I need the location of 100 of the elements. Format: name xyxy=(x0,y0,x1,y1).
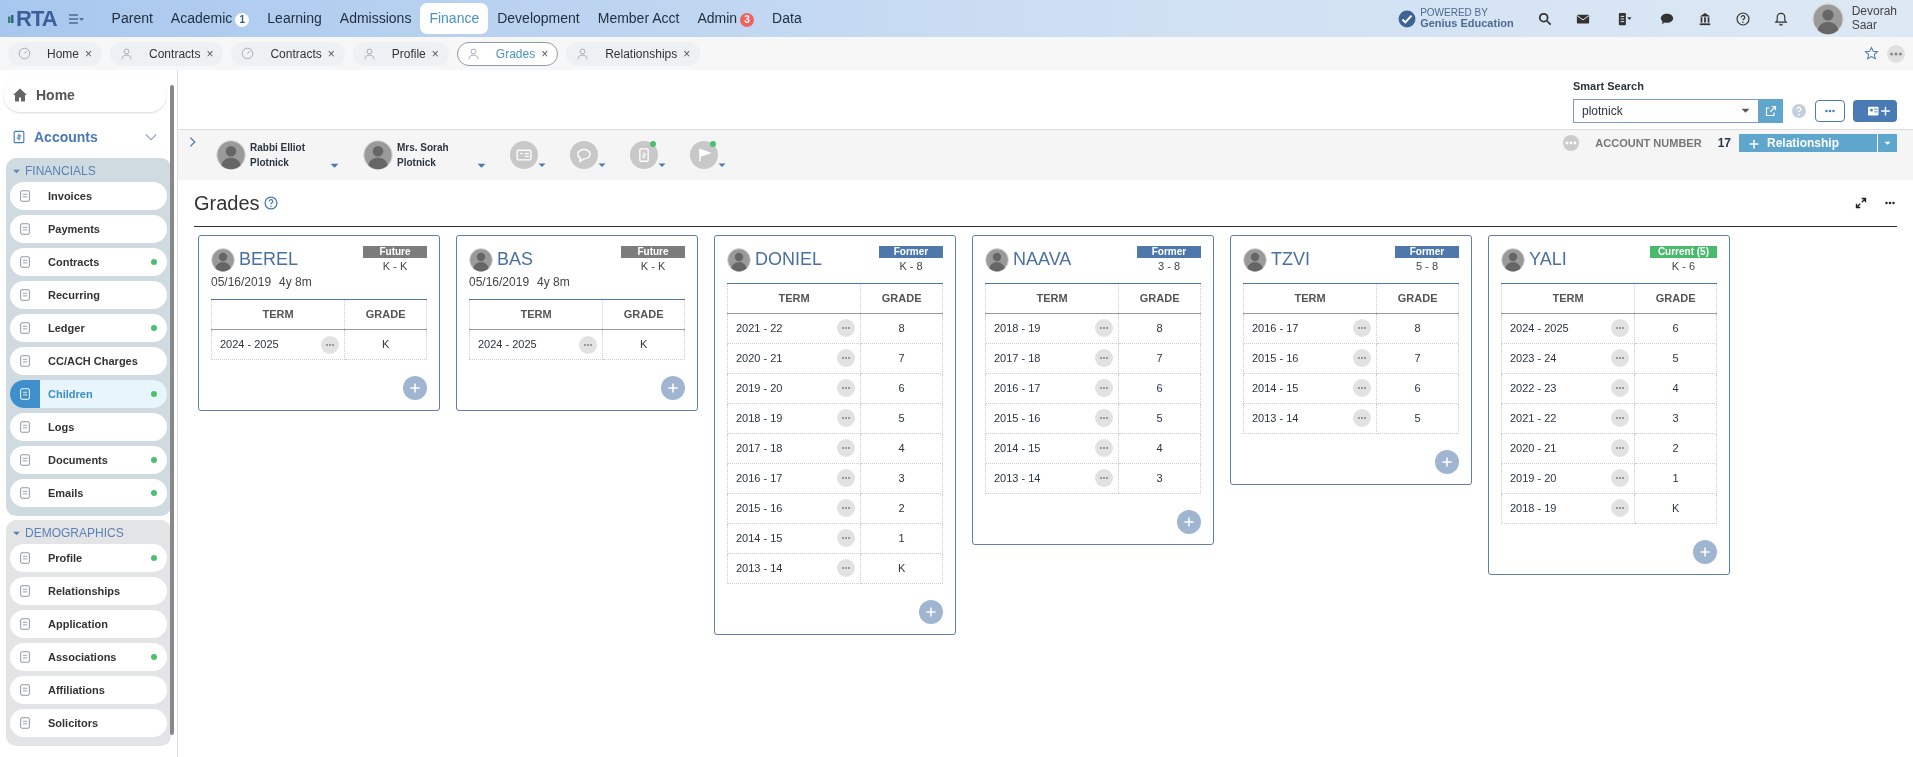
nav-tab[interactable]: Finance xyxy=(420,3,489,34)
add-button[interactable] xyxy=(919,599,943,624)
more-button[interactable] xyxy=(1353,409,1372,427)
more-options-button[interactable] xyxy=(1815,99,1845,122)
sidebar-item[interactable]: Affiliations xyxy=(10,676,167,704)
caret-down-icon[interactable] xyxy=(538,161,546,169)
sidebar-item[interactable]: Recurring xyxy=(10,281,167,309)
more-icon[interactable] xyxy=(1887,44,1905,63)
contact-name[interactable]: Mrs. Sorah Plotnick xyxy=(397,140,465,170)
more-button[interactable] xyxy=(1611,499,1630,517)
student-name[interactable]: TZVI xyxy=(1271,246,1310,273)
nav-tab[interactable]: Academic 1 xyxy=(161,3,259,34)
sidebar-item[interactable]: Emails xyxy=(10,479,167,507)
sidebar-item[interactable]: Associations xyxy=(10,643,167,671)
more-button[interactable] xyxy=(837,469,856,487)
close-icon[interactable]: × xyxy=(683,44,691,63)
more-button[interactable] xyxy=(1095,319,1114,337)
nav-tab[interactable]: Learning xyxy=(258,3,331,34)
more-button[interactable] xyxy=(837,319,856,337)
sidebar-item[interactable]: Solicitors xyxy=(10,709,167,737)
more-button[interactable] xyxy=(1095,439,1114,457)
dropdown-toggle-button[interactable] xyxy=(1877,134,1897,152)
search-field[interactable]: plotnick xyxy=(1573,98,1759,123)
more-button[interactable] xyxy=(837,409,856,427)
nav-tab[interactable]: Member Acct xyxy=(588,3,689,34)
caret-down-icon[interactable] xyxy=(718,161,726,169)
search-icon[interactable] xyxy=(1537,11,1552,26)
caret-down-icon[interactable] xyxy=(658,161,666,169)
add-button[interactable] xyxy=(1693,539,1717,564)
page-tab[interactable]: Contracts × xyxy=(110,41,224,66)
sidebar-item[interactable]: Application xyxy=(10,610,167,638)
add-contact-button[interactable] xyxy=(1853,99,1897,122)
caret-down-icon[interactable] xyxy=(477,161,486,170)
student-name[interactable]: YALI xyxy=(1529,246,1567,273)
expand-icon[interactable] xyxy=(1855,197,1867,209)
more-button[interactable] xyxy=(1611,349,1630,367)
flag-action-button[interactable] xyxy=(690,141,718,169)
more-button[interactable] xyxy=(1353,349,1372,367)
close-icon[interactable]: × xyxy=(327,44,335,63)
chat-icon[interactable] xyxy=(1659,11,1674,26)
add-button[interactable] xyxy=(1435,449,1459,474)
sidebar-item[interactable]: Relationships xyxy=(10,577,167,605)
more-button[interactable] xyxy=(1611,439,1630,457)
more-button[interactable] xyxy=(1611,379,1630,397)
student-name[interactable]: DONIEL xyxy=(755,246,823,273)
more-button[interactable] xyxy=(837,349,856,367)
close-icon[interactable]: × xyxy=(431,44,439,63)
sidebar-item[interactable]: Contracts xyxy=(10,248,167,276)
more-button[interactable] xyxy=(837,439,856,457)
chat-action-button[interactable] xyxy=(570,141,598,169)
page-tab[interactable]: Grades × xyxy=(456,41,559,66)
more-button[interactable] xyxy=(1611,409,1630,427)
sidebar-item[interactable]: Documents xyxy=(10,446,167,474)
add-button[interactable] xyxy=(403,376,427,400)
page-tab[interactable]: Home × xyxy=(8,41,103,66)
more-button[interactable] xyxy=(1611,469,1630,487)
more-button[interactable] xyxy=(837,499,856,517)
nav-tab[interactable]: Admin 3 xyxy=(688,3,764,34)
user-avatar-icon[interactable] xyxy=(1811,2,1844,35)
star-icon[interactable] xyxy=(1864,46,1879,61)
document-action-button[interactable] xyxy=(630,141,658,169)
open-link-button[interactable] xyxy=(1759,98,1783,123)
more-button[interactable] xyxy=(837,529,856,547)
help-icon[interactable] xyxy=(263,196,278,210)
page-tab[interactable]: Contracts × xyxy=(231,41,345,66)
more-button[interactable] xyxy=(1353,319,1372,337)
nav-tab[interactable]: Data xyxy=(763,3,811,34)
more-button[interactable] xyxy=(1095,379,1114,397)
help-icon[interactable] xyxy=(1735,11,1750,26)
more-button[interactable] xyxy=(579,335,598,354)
more-button[interactable] xyxy=(1095,349,1114,367)
nav-tab[interactable]: Development xyxy=(488,3,589,34)
nav-tab[interactable]: Admissions xyxy=(330,3,421,34)
add-button[interactable] xyxy=(661,376,685,400)
sidebar-item[interactable]: Invoices xyxy=(10,182,167,210)
close-icon[interactable]: × xyxy=(206,44,214,63)
student-name[interactable]: BEREL xyxy=(239,246,299,273)
more-button[interactable] xyxy=(321,335,340,354)
sidebar-item[interactable]: Ledger xyxy=(10,314,167,342)
sidebar-item[interactable]: Logs xyxy=(10,413,167,441)
building-icon[interactable] xyxy=(1697,11,1712,26)
add-button[interactable] xyxy=(1177,509,1201,534)
more-button[interactable] xyxy=(1095,409,1114,427)
bell-icon[interactable] xyxy=(1773,11,1788,26)
caret-down-icon[interactable] xyxy=(330,161,339,170)
sidebar-item[interactable]: Profile xyxy=(10,544,167,572)
contact-name[interactable]: Rabbi Elliot Plotnick xyxy=(250,140,318,170)
page-tab[interactable]: Profile × xyxy=(352,41,449,66)
more-button[interactable] xyxy=(1611,319,1630,337)
sidebar-item[interactable]: CC/ACH Charges xyxy=(10,347,167,375)
nav-tab[interactable]: Parent xyxy=(102,3,162,34)
more-button[interactable] xyxy=(837,559,856,577)
card-action-button[interactable] xyxy=(510,141,538,169)
student-name[interactable]: BAS xyxy=(497,246,534,273)
more-icon[interactable] xyxy=(1563,135,1580,151)
caret-down-icon[interactable] xyxy=(598,161,606,169)
more-button[interactable] xyxy=(1353,379,1372,397)
sidebar-item[interactable]: Payments xyxy=(10,215,167,243)
home-nav-button[interactable]: Home xyxy=(4,78,166,112)
student-name[interactable]: NAAVA xyxy=(1013,246,1072,273)
